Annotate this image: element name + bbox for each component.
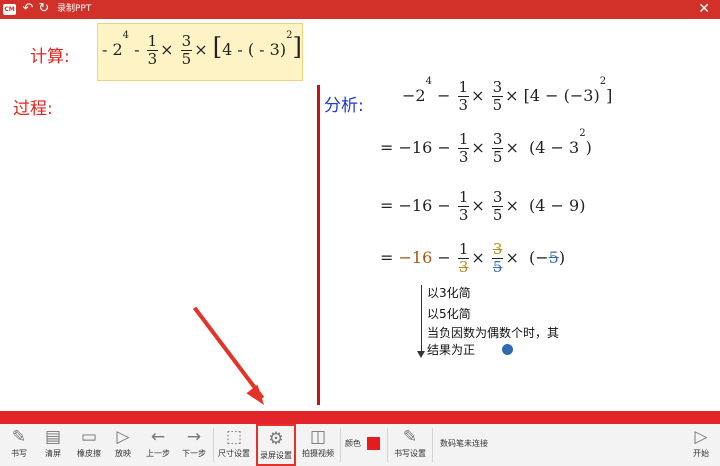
analysis-step-2: = −16 − 1 3 × 3 5 × (4 − 32) [380, 128, 592, 166]
app-logo: CM [3, 4, 16, 15]
note-line: 以5化简 [427, 307, 471, 321]
record-settings-button[interactable]: ⚙ 录屏设置 [256, 424, 296, 466]
eraser-icon: ▭ [80, 427, 98, 447]
toolbar-separator [432, 428, 433, 462]
note-arrow-head [417, 351, 425, 358]
annotation-arrow-head [246, 384, 270, 410]
analysis-step-3: = −16 − 1 3 × 3 5 × (4 − 9) [380, 188, 586, 224]
prev-step-button[interactable]: ← 上一步 [141, 424, 175, 466]
color-swatch[interactable] [367, 437, 380, 450]
crop-frame-icon: ⬚ [225, 427, 243, 447]
eraser-button[interactable]: ▭ 橡皮擦 [72, 424, 106, 466]
close-icon[interactable]: ✕ [698, 0, 710, 19]
toolbar-separator [213, 428, 214, 462]
clear-button[interactable]: ▤ 清屏 [38, 424, 68, 466]
pointer-dot [502, 344, 513, 355]
redo-icon[interactable]: ↻ [36, 1, 52, 17]
pen-status: 数码笔未连接 [440, 439, 488, 448]
toolbar-divider-band [0, 411, 720, 424]
pen-icon: ✎ [11, 427, 27, 447]
play-icon: ▷ [116, 427, 130, 447]
pen-settings-icon: ✎ [402, 427, 418, 447]
camera-video-button[interactable]: ◫ 拍摄视频 [298, 424, 338, 466]
divider-line [317, 85, 320, 405]
note-arrow [421, 285, 422, 353]
note-line: 当负因数为偶数个时，其 [427, 326, 560, 340]
arrow-right-icon: → [186, 427, 202, 447]
bottom-toolbar: ✎ 书写 ▤ 清屏 ▭ 橡皮擦 ▷ 放映 ← 上一步 → 下一步 ⬚ 尺寸设置 … [0, 424, 720, 466]
analysis-step-1: −24 − 1 3 × 3 5 × [4 − (−3)2] [402, 76, 613, 114]
toolbar-separator [387, 428, 388, 462]
color-label: 颜色 [345, 439, 361, 448]
undo-icon[interactable]: ↶ [20, 1, 36, 17]
note-line: 以3化简 [427, 286, 471, 300]
start-icon: ▷ [694, 427, 708, 447]
toolbar-separator [340, 428, 341, 462]
problem-expression: - 24 - 1 3 × 3 5 × [4 - ( - 3)2] [97, 23, 303, 81]
write-button[interactable]: ✎ 书写 [4, 424, 34, 466]
size-settings-button[interactable]: ⬚ 尺寸设置 [215, 424, 253, 466]
analysis-label: 分析: [324, 96, 364, 116]
slide-canvas[interactable]: 计算: - 24 - 1 3 × 3 5 × [4 - ( - 3)2] 过程: 分析:… [0, 19, 720, 411]
video-camera-icon: ◫ [309, 427, 327, 447]
start-button[interactable]: ▷ 开始 [686, 424, 716, 466]
annotation-arrow [193, 306, 265, 400]
broom-icon: ▤ [44, 427, 62, 447]
process-label: 过程: [13, 99, 53, 119]
title-bar: CM ↶ ↻ 录制PPT ✕ [0, 0, 720, 19]
gear-icon: ⚙ [268, 429, 284, 449]
arrow-left-icon: ← [150, 427, 166, 447]
note-line: 结果为正 [427, 343, 476, 357]
analysis-step-4: = −16 − 1 3 × 3 5 × (−5) [380, 240, 566, 276]
calc-label: 计算: [30, 47, 70, 67]
play-button[interactable]: ▷ 放映 [109, 424, 137, 466]
app-title: 录制PPT [57, 4, 92, 14]
pen-settings-button[interactable]: ✎ 书写设置 [390, 424, 430, 466]
next-step-button[interactable]: → 下一步 [177, 424, 211, 466]
